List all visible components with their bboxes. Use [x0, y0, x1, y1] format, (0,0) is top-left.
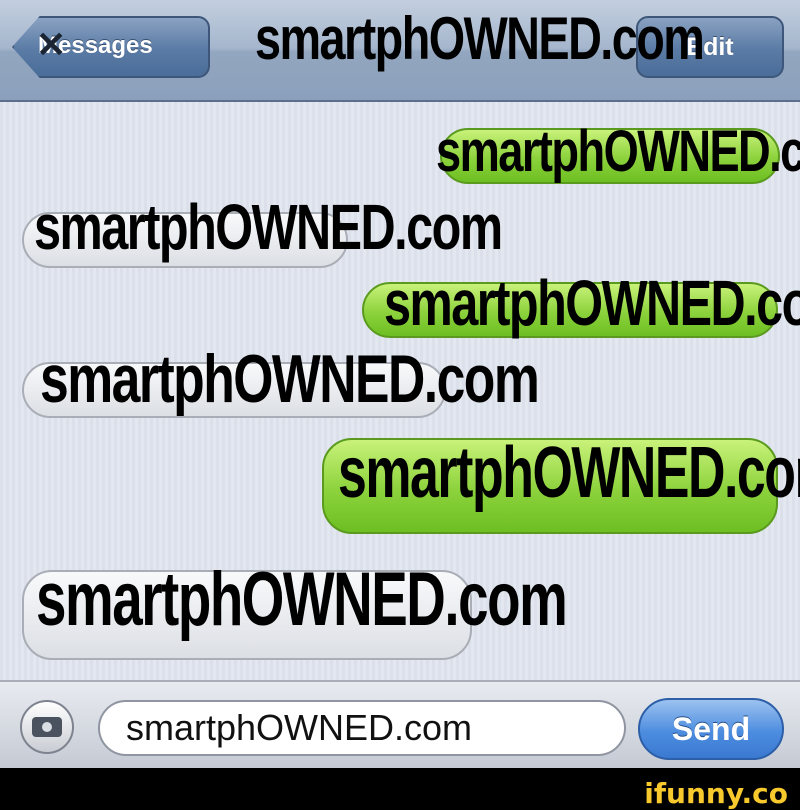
watermark-text: smartphOWNED.com: [255, 5, 705, 72]
watermark-text: smartphOWNED.com: [36, 557, 568, 642]
message-input-bar: smartphOWNED.com Send: [0, 680, 800, 768]
watermark-text: smartphOWNED.com: [384, 267, 800, 339]
watermark-text: smartphOWNED.com: [40, 341, 540, 417]
messages-screen: Messages ✕ Edit smartphOWNED.com smartph…: [0, 0, 800, 768]
camera-button[interactable]: [20, 700, 74, 754]
watermark-text: smartphOWNED.com: [34, 191, 503, 263]
camera-icon: [32, 717, 62, 737]
ifunny-logo: ifunny.co: [644, 777, 788, 810]
watermark-text: smartphOWNED.com: [338, 433, 800, 513]
watermark-text: smartphOWNED.com: [436, 119, 800, 184]
send-button[interactable]: Send: [638, 698, 784, 760]
message-input[interactable]: smartphOWNED.com: [98, 700, 626, 756]
close-icon: ✕: [36, 24, 67, 65]
